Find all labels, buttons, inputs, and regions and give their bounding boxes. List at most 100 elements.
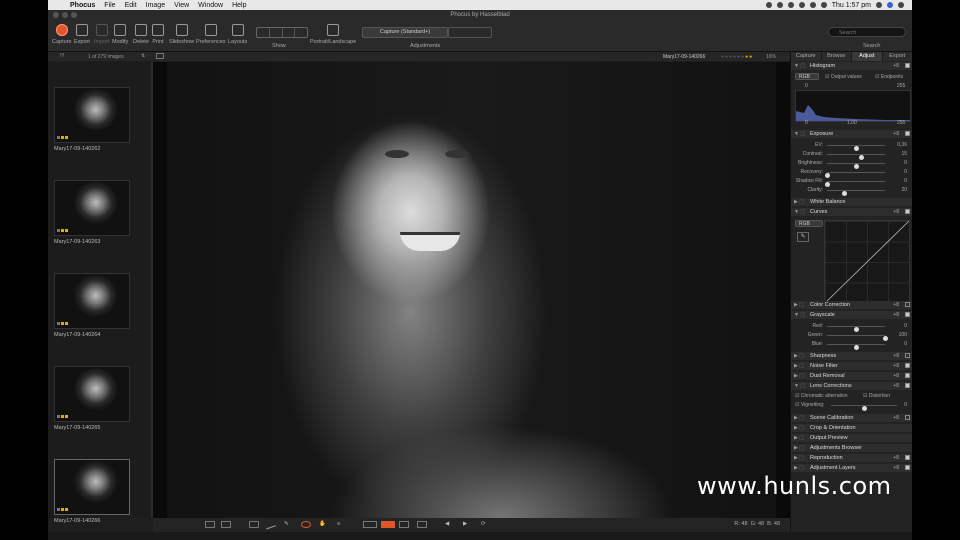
thumbnail[interactable] [54,366,130,422]
slider-track[interactable] [827,163,885,169]
section-white-balance[interactable]: ▶ ⬚ White Balance [791,198,912,206]
crop-tool-icon[interactable] [249,521,259,528]
section-grayscale[interactable]: ▼ ⬚ Grayscale +8 [791,311,912,319]
histogram-mode-select[interactable]: RGB [795,73,819,80]
modify-button[interactable]: Modify [112,24,128,45]
section-lens-corrections[interactable]: ▼ ⬚ Lens Corrections +8 [791,382,912,390]
histogram-graph[interactable] [795,90,911,122]
show-option[interactable] [295,28,307,37]
slider-knob[interactable] [861,406,867,411]
menu-image[interactable]: Image [146,2,165,9]
slider-track[interactable] [827,335,888,341]
section-enable-checkbox[interactable] [905,373,910,378]
section-output-preview[interactable]: ▶ ⬚ Output Preview [791,434,912,442]
show-segmented-control[interactable] [256,27,308,38]
menu-window[interactable]: Window [198,2,223,9]
section-sharpness[interactable]: ▶ ⬚ Sharpness +8 [791,352,912,360]
section-scene-calibration[interactable]: ▶ ⬚ Scene Calibration +8 [791,414,912,422]
section-enable-checkbox[interactable] [905,209,910,214]
section-adjustment-layers[interactable]: ▶ ⬚ Adjustment Layers +8 [791,464,912,472]
levels-icon[interactable]: ≡ [337,521,347,528]
compare-icon[interactable] [205,521,215,528]
section-histogram[interactable]: ▼ ⬚ Histogram +8 [791,62,912,70]
next-image-icon[interactable]: ▶ [463,521,473,528]
slider-value[interactable]: 100 [899,331,907,339]
section-dust-removal[interactable]: ▶ ⬚ Dust Removal +8 [791,372,912,380]
slider-value[interactable]: 0 [904,322,907,330]
user-icon[interactable] [887,2,893,8]
vignetting-label[interactable]: ☑ Vignetting: [795,401,824,409]
section-exposure[interactable]: ▼ ⬚ Exposure +8 [791,130,912,138]
slider-value[interactable]: 0 [904,159,907,167]
menu-help[interactable]: Help [232,2,246,9]
show-option[interactable] [283,28,296,37]
zoom-level[interactable]: 16% [766,54,776,60]
section-enable-checkbox[interactable] [905,302,910,307]
export-button[interactable]: Export [74,24,90,45]
focus-mask-icon[interactable] [417,521,427,528]
vignetting-slider[interactable] [831,405,897,411]
menu-edit[interactable]: Edit [125,2,137,9]
rating-dots[interactable]: ●●●●●●●● [721,54,753,60]
section-adjustments-browser[interactable]: ▶ ⬚ Adjustments Browser [791,444,912,452]
section-crop-orientation[interactable]: ▶ ⬚ Crop & Orientation [791,424,912,432]
section-enable-checkbox[interactable] [905,455,910,460]
endpoints-checkbox[interactable]: ☑ Endpoints [875,74,903,80]
image-viewer[interactable] [153,62,790,518]
slider-knob[interactable] [841,191,847,196]
section-enable-checkbox[interactable] [905,465,910,470]
tab-browse[interactable]: Browse [821,52,852,61]
portrait-landscape-button[interactable]: Portrait/Landscape [310,24,356,45]
wifi-icon[interactable] [798,2,805,8]
chromatic-aberration-checkbox[interactable]: ☑ Chromatic aberration [795,393,848,399]
slider-track[interactable] [824,181,885,187]
slider-track[interactable] [827,344,885,350]
section-enable-checkbox[interactable] [905,415,910,420]
slider-track[interactable] [827,154,885,160]
spot-tool-icon[interactable] [301,521,311,528]
view-mode-icon[interactable] [156,53,164,59]
rating-stars[interactable] [57,229,68,232]
section-enable-checkbox[interactable] [905,363,910,368]
rating-stars[interactable] [57,136,68,139]
slider-value[interactable]: 20 [901,186,907,194]
battery-icon[interactable] [820,2,827,8]
slider-track[interactable] [827,145,885,151]
thumbnail[interactable] [54,180,130,236]
straighten-tool-icon[interactable] [264,519,276,530]
menu-view[interactable]: View [174,2,189,9]
thumbnail[interactable] [54,273,130,329]
filter-icon[interactable]: !!! [60,53,64,59]
rating-stars[interactable] [57,415,68,418]
slider-value[interactable]: 0 [904,177,907,185]
output-values-checkbox[interactable]: ☑ Output values [825,74,862,80]
distortion-checkbox[interactable]: ☑ Distortion [863,393,890,399]
rating-stars[interactable] [57,508,68,511]
slider-track[interactable] [827,326,885,332]
slider-knob[interactable] [853,345,859,350]
notification-icon[interactable] [898,2,904,8]
eyedropper-icon[interactable]: ✎ [284,521,294,528]
sort-icon[interactable]: ⇅ [141,53,145,59]
thumbnail-selected[interactable] [54,459,130,515]
curve-eyedropper-icon[interactable]: ✎ [797,232,809,242]
tab-capture[interactable]: Capture [791,52,822,61]
slider-value[interactable]: 0,36 [897,141,907,149]
single-view-icon[interactable] [221,521,231,528]
status-icon[interactable] [787,2,794,8]
curves-mode-select[interactable]: RGB [795,220,823,227]
hand-tool-icon[interactable]: ✋ [319,521,329,528]
delete-button[interactable]: Delete [133,24,149,45]
volume-icon[interactable] [809,2,816,8]
search-input[interactable]: Search [828,27,906,37]
grid-icon[interactable] [399,521,409,528]
show-option[interactable] [270,28,283,37]
section-enable-checkbox[interactable] [905,353,910,358]
import-button[interactable]: Import [94,24,110,45]
slideshow-button[interactable]: Slideshow [169,24,194,45]
layouts-button[interactable]: Layouts [228,24,247,45]
slider-track[interactable] [827,190,885,196]
rating-stars[interactable] [57,322,68,325]
previous-image-icon[interactable]: ◀ [445,521,455,528]
curve-editor[interactable] [824,220,910,304]
